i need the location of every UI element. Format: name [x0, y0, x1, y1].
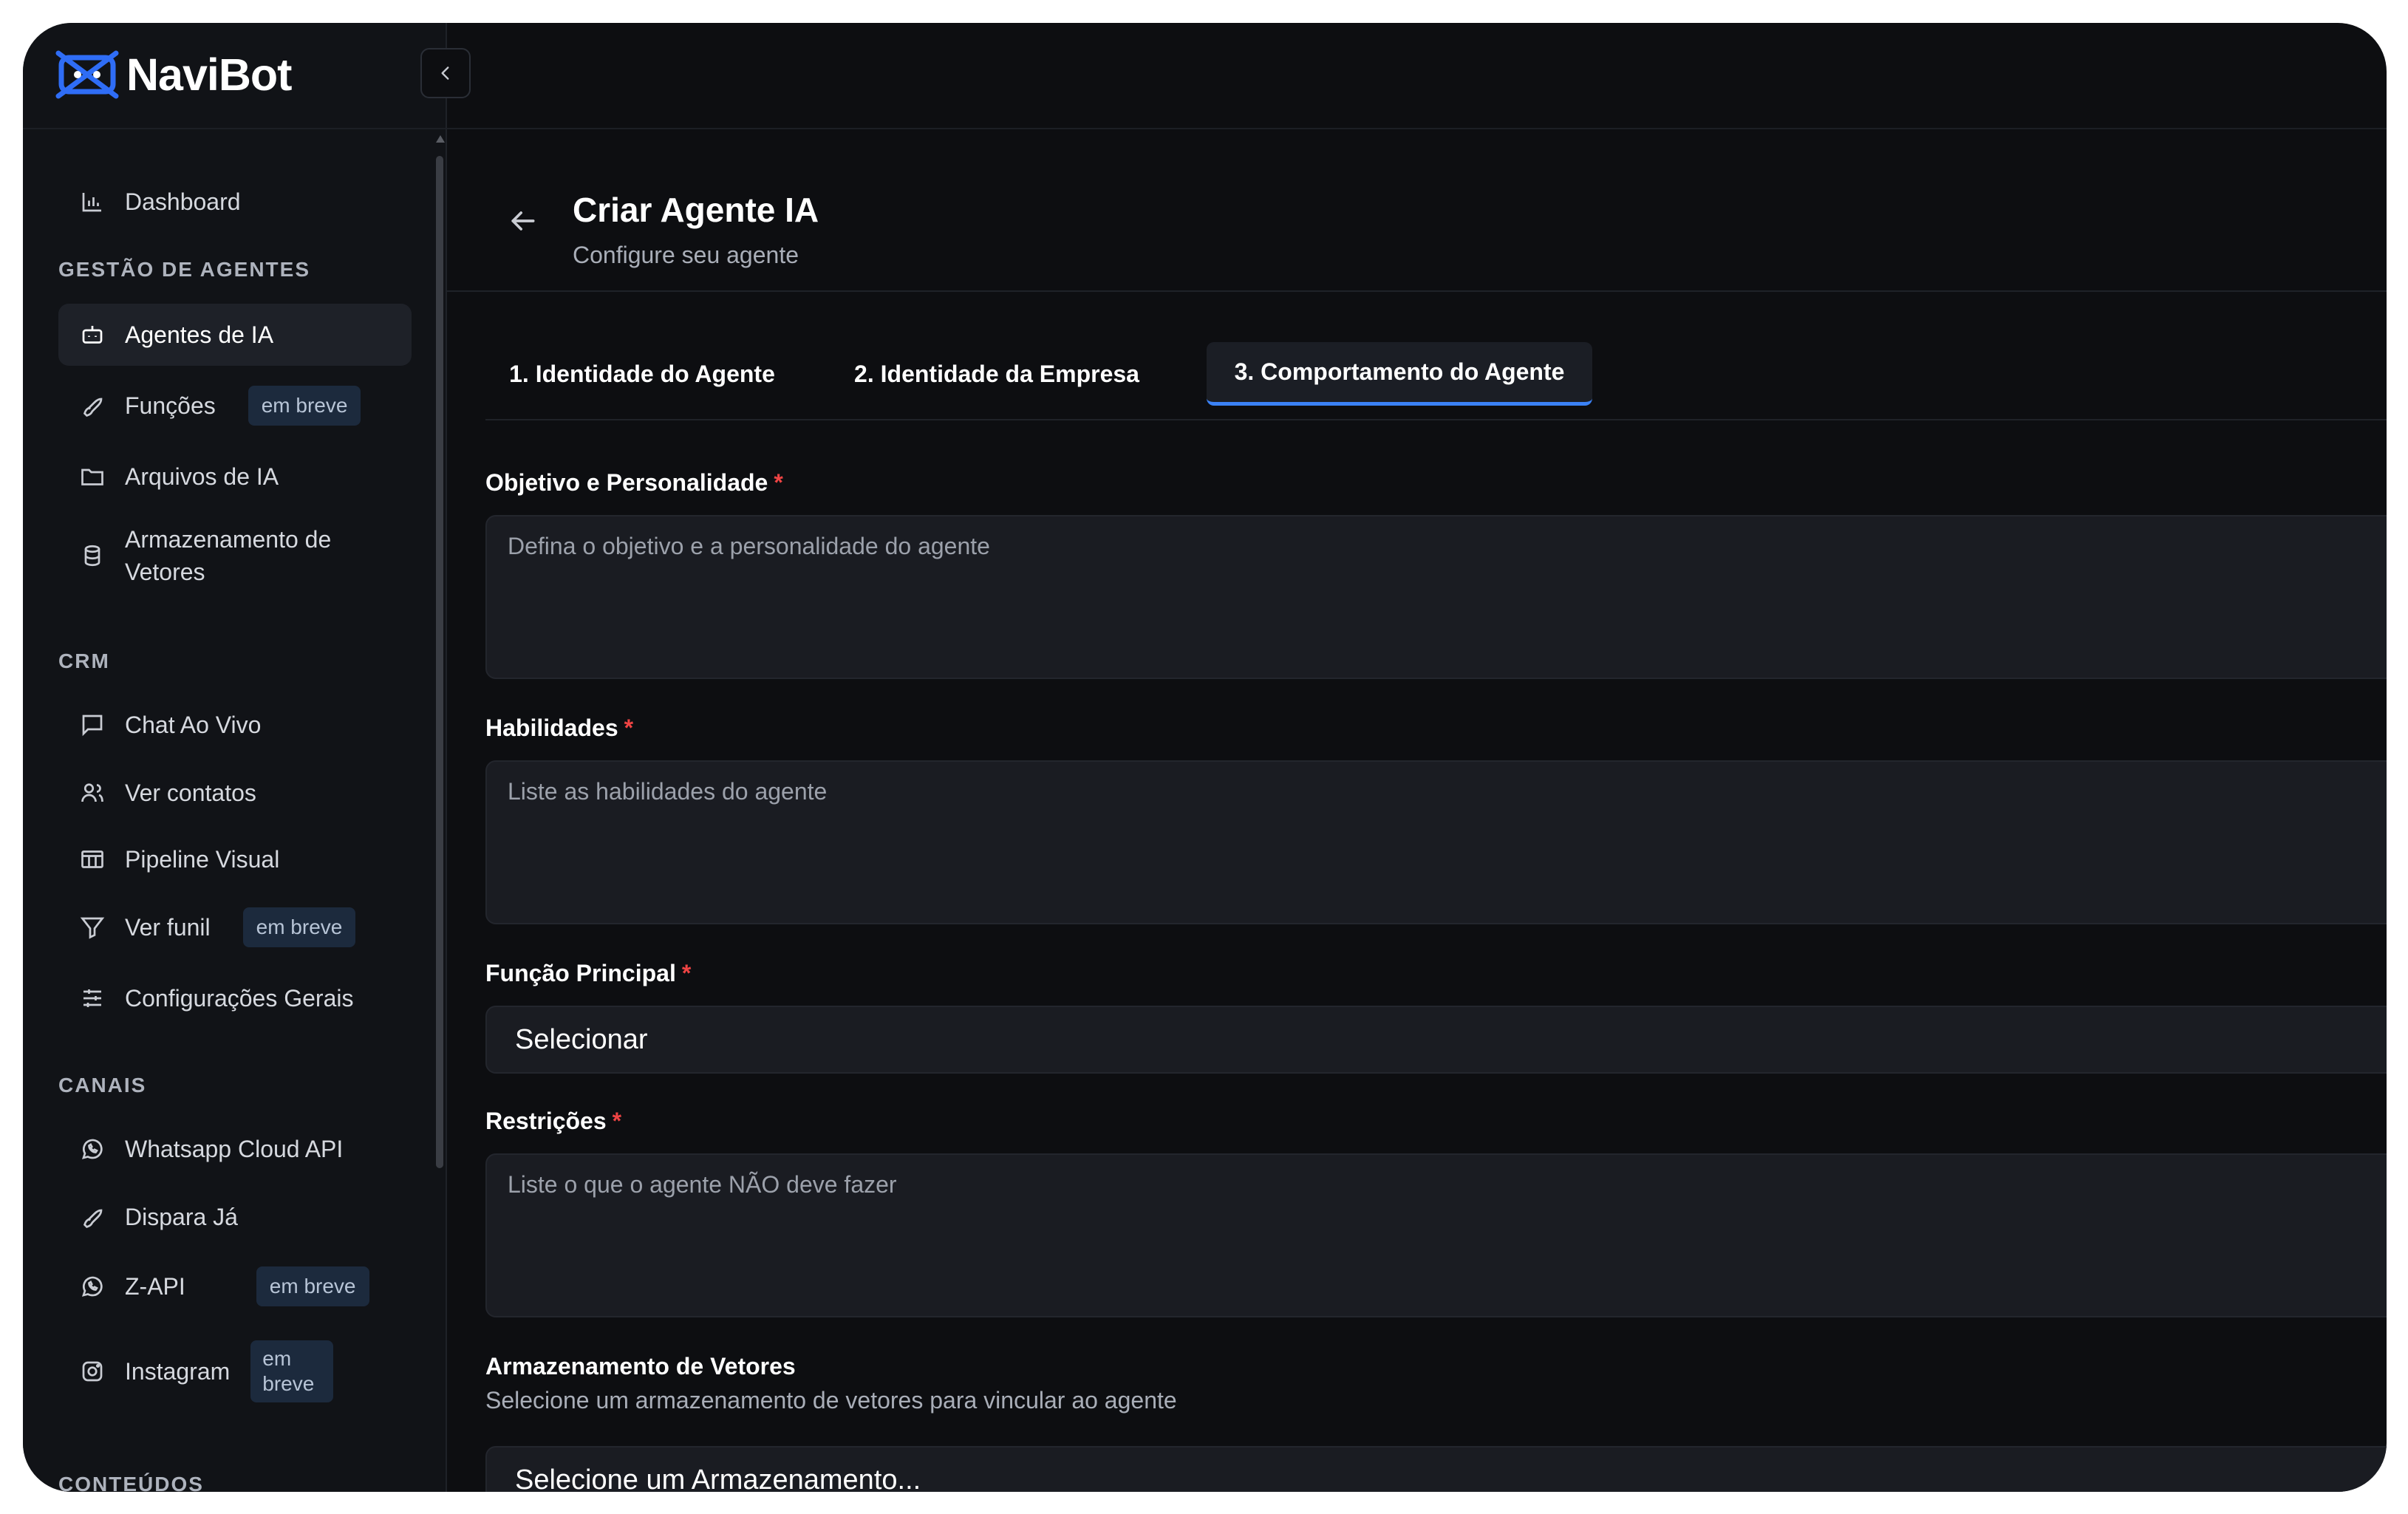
main-content: Criar Agente IA Configure seu agente 1. …	[447, 23, 2387, 1492]
sidebar-item-instagram[interactable]: Instagram em breve	[58, 1331, 412, 1412]
tab-comportamento-agente[interactable]: 3. Comportamento do Agente	[1207, 342, 1592, 406]
database-icon	[79, 542, 106, 569]
sidebar-item-label: Z-API	[125, 1272, 185, 1300]
scrollbar-thumb[interactable]	[436, 156, 443, 1168]
sidebar-item-contatos[interactable]: Ver contatos	[58, 762, 412, 824]
sidebar-item-label: Agentes de IA	[125, 321, 274, 348]
scroll-up-icon[interactable]	[436, 135, 445, 143]
habilidades-textarea[interactable]: Liste as habilidades do agente	[485, 760, 2387, 924]
sidebar-item-armazenamento[interactable]: Armazenamento de Vetores	[58, 515, 412, 596]
brand[interactable]: NaviBot	[55, 48, 292, 101]
sidebar-item-zapi[interactable]: Z-API em breve	[58, 1255, 412, 1317]
field-label-text: Função Principal	[485, 960, 676, 986]
divider	[23, 128, 446, 129]
sidebar: NaviBot Dashboard GESTÃO DE AGENTES Agen…	[23, 23, 447, 1492]
vetores-label: Armazenamento de Vetores	[485, 1353, 796, 1380]
rocket-icon	[79, 392, 106, 419]
sidebar-item-label: Dashboard	[125, 188, 241, 215]
restricoes-textarea[interactable]: Liste o que o agente NÃO deve fazer	[485, 1153, 2387, 1317]
sidebar-item-funil[interactable]: Ver funil em breve	[58, 896, 412, 958]
sidebar-item-dashboard[interactable]: Dashboard	[58, 171, 412, 233]
section-title-agents: GESTÃO DE AGENTES	[58, 258, 311, 281]
sidebar-scrollbar[interactable]	[433, 134, 445, 1492]
section-title-channels: CANAIS	[58, 1074, 147, 1097]
sidebar-item-label: Funções	[125, 392, 216, 419]
sidebar-item-whatsapp[interactable]: Whatsapp Cloud API	[58, 1118, 412, 1180]
sidebar-item-chat[interactable]: Chat Ao Vivo	[58, 694, 412, 756]
filter-icon	[79, 914, 106, 941]
field-label-text: Restrições	[485, 1108, 607, 1134]
sidebar-item-label: Pipeline Visual	[125, 845, 280, 873]
sidebar-item-label: Armazenamento de Vetores	[125, 526, 332, 585]
sidebar-item-funcoes[interactable]: Funções em breve	[58, 375, 412, 437]
sidebar-item-label: Ver funil	[125, 913, 211, 941]
brand-name: NaviBot	[126, 50, 292, 100]
users-icon	[79, 780, 106, 806]
field-label-text: Objetivo e Personalidade	[485, 469, 768, 496]
whatsapp-icon	[79, 1136, 106, 1162]
tab-identidade-agente[interactable]: 1. Identidade do Agente	[485, 342, 799, 406]
sidebar-item-label: Arquivos de IA	[125, 463, 279, 490]
page-title: Criar Agente IA	[573, 191, 819, 229]
whatsapp-icon	[79, 1273, 106, 1300]
coming-soon-badge: em breve	[250, 1340, 334, 1402]
section-title-contents: CONTEÚDOS	[58, 1473, 204, 1492]
bot-icon	[79, 321, 106, 348]
habilidades-label: Habilidades *	[485, 715, 633, 742]
bar-chart-icon	[79, 188, 106, 215]
back-arrow-icon[interactable]	[506, 205, 539, 237]
funcao-label: Função Principal *	[485, 960, 691, 987]
chat-icon	[79, 712, 106, 738]
coming-soon-badge: em breve	[248, 386, 361, 426]
vetores-description: Selecione um armazenamento de vetores pa…	[485, 1387, 1177, 1414]
coming-soon-badge: em breve	[242, 907, 356, 947]
required-mark: *	[681, 960, 692, 986]
folder-icon	[79, 463, 106, 490]
required-mark: *	[774, 469, 783, 496]
header-divider	[447, 290, 2387, 292]
sidebar-item-label: Whatsapp Cloud API	[125, 1135, 344, 1162]
sidebar-item-agentes-ia[interactable]: Agentes de IA	[58, 304, 412, 366]
sidebar-item-label: Chat Ao Vivo	[125, 711, 262, 738]
navibot-logo-icon	[55, 50, 119, 99]
vetores-select[interactable]: Selecione um Armazenamento...	[485, 1446, 2387, 1492]
sidebar-item-configuracoes[interactable]: Configurações Gerais	[58, 967, 412, 1029]
sidebar-item-label: Configurações Gerais	[125, 984, 354, 1012]
sidebar-item-arquivos[interactable]: Arquivos de IA	[58, 446, 412, 508]
funcao-select[interactable]: Selecionar	[485, 1006, 2387, 1074]
sidebar-item-label: Instagram	[125, 1357, 231, 1385]
section-title-crm: CRM	[58, 649, 110, 672]
objetivo-textarea[interactable]: Defina o objetivo e a personalidade do a…	[485, 515, 2387, 679]
sidebar-item-pipeline[interactable]: Pipeline Visual	[58, 828, 412, 890]
sidebar-item-label: Ver contatos	[125, 779, 256, 806]
page-subtitle: Configure seu agente	[573, 242, 799, 268]
field-label-text: Habilidades	[485, 715, 618, 741]
required-mark: *	[624, 715, 634, 741]
app-window: NaviBot Dashboard GESTÃO DE AGENTES Agen…	[23, 23, 2387, 1492]
tab-identidade-empresa[interactable]: 2. Identidade da Empresa	[819, 342, 1174, 406]
required-mark: *	[612, 1108, 622, 1134]
tabs: 1. Identidade do Agente 2. Identidade da…	[485, 332, 2387, 420]
coming-soon-badge: em breve	[256, 1266, 369, 1306]
sidebar-item-dispara[interactable]: Dispara Já	[58, 1186, 412, 1248]
rocket-icon	[79, 1204, 106, 1230]
objetivo-label: Objetivo e Personalidade *	[485, 469, 783, 497]
sidebar-item-label: Dispara Já	[125, 1203, 238, 1230]
sliders-icon	[79, 985, 106, 1012]
instagram-icon	[79, 1358, 106, 1385]
kanban-icon	[79, 846, 106, 873]
restricoes-label: Restrições *	[485, 1108, 621, 1135]
